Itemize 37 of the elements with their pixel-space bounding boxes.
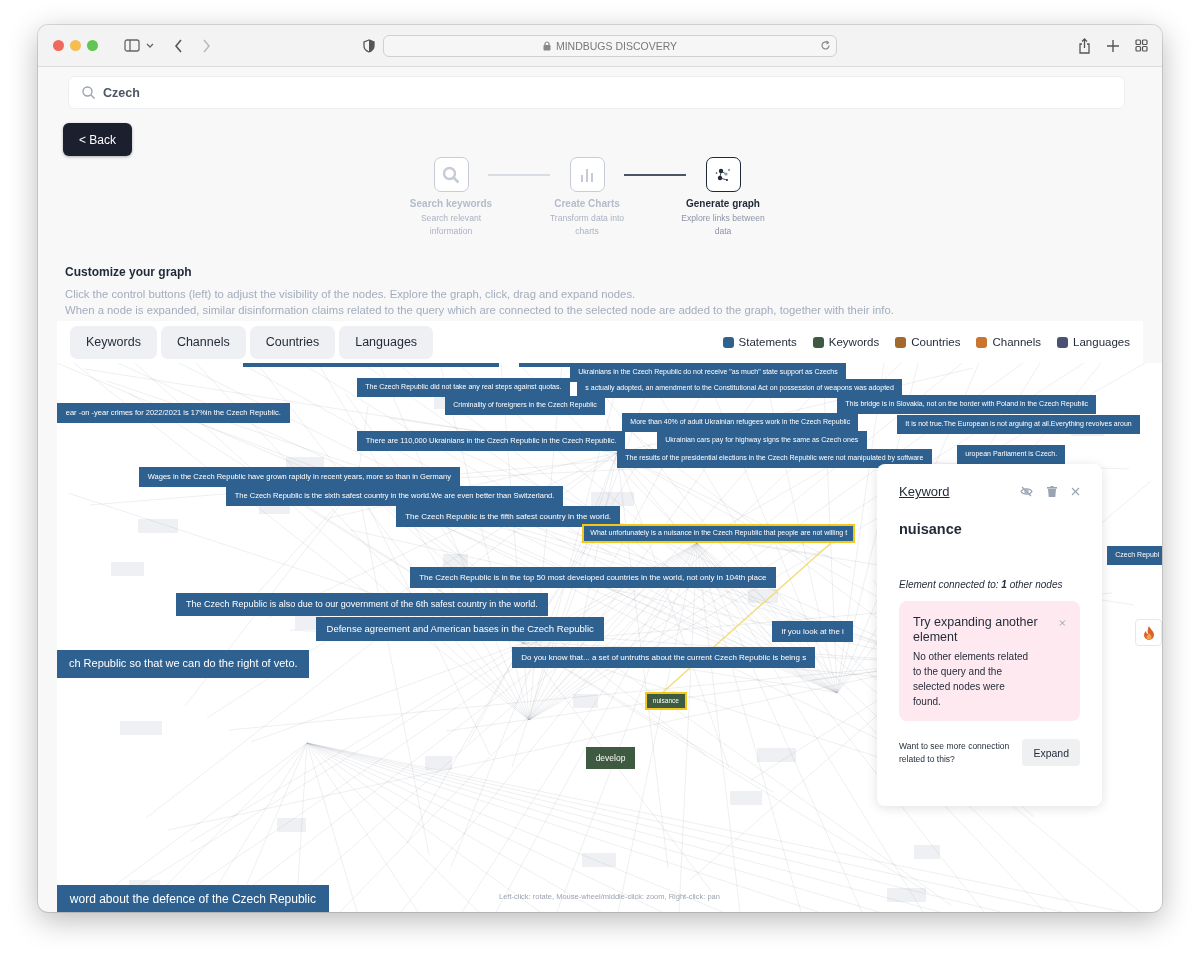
panel-title: Keyword xyxy=(899,484,951,499)
statement-node[interactable]: The Czech Republic is the fifth safest country in the world. xyxy=(396,506,621,528)
filter-button[interactable]: Keywords xyxy=(70,325,157,359)
statement-node[interactable]: Do you know that... a set of untruths about the current Czech Republic is being s xyxy=(512,647,816,669)
statement-node[interactable]: The Czech Republic is also due to our government of the 6th safest country in the world. xyxy=(176,593,548,617)
back-button[interactable]: < Back xyxy=(63,123,133,156)
legend-label: Languages xyxy=(1073,336,1130,348)
connection-count-text: Element connected to: 1 other nodes xyxy=(899,579,1064,590)
legend-label: Channels xyxy=(992,336,1042,348)
expand-button[interactable]: Expand xyxy=(1022,739,1080,766)
step-title: Generate graph xyxy=(686,198,760,209)
instruction-text: When a node is expanded, similar disinformation claims related to the query which are connected to the selected node are added to the graph, together with their info. xyxy=(65,303,895,318)
node-name: nuisance xyxy=(899,521,963,537)
section-title: Customize your graph xyxy=(65,265,193,279)
statement-node[interactable]: The Czech Republic is in the top 50 most developed countries in the world, not only in 104th place xyxy=(410,567,776,589)
legend-label: Statements xyxy=(738,336,797,348)
step-title: Search keywords xyxy=(409,198,493,209)
statement-node[interactable]: ch Republic so that we can do the right of veto. xyxy=(57,650,310,678)
filter-button[interactable]: Languages xyxy=(339,325,434,359)
keyword-node[interactable]: develop xyxy=(586,747,636,770)
legend-label: Keywords xyxy=(828,336,880,348)
instruction-text: Click the control buttons (left) to adjust the visibility of the nodes. Explore the graph, click, drag and expand nodes. xyxy=(65,287,637,302)
filter-button[interactable]: Channels xyxy=(160,325,246,359)
notice-text: No other elements related to the query and the selected nodes were found. xyxy=(913,650,1030,709)
legend-label: Countries xyxy=(911,336,961,348)
search-field[interactable]: Czech xyxy=(68,76,1125,109)
step-subtitle: Explore links between data xyxy=(680,212,766,238)
notice-title: Try expanding another element xyxy=(913,615,1039,645)
statement-node[interactable]: word about the defence of the Czech Republic xyxy=(57,885,329,912)
filter-button[interactable]: Countries xyxy=(249,325,336,359)
address-bar[interactable]: MINDBUGS DISCOVERY xyxy=(383,34,837,57)
step-subtitle: Search relevant information xyxy=(419,212,483,238)
expand-prompt: Want to see more connection related to this? xyxy=(899,739,1011,766)
step-title: Create Charts xyxy=(554,198,620,209)
step-subtitle: Transform data into charts xyxy=(548,212,626,238)
statement-node[interactable]: Defense agreement and American bases in the Czech Republic xyxy=(316,617,605,642)
statement-node[interactable]: If you look at the i xyxy=(772,621,854,643)
